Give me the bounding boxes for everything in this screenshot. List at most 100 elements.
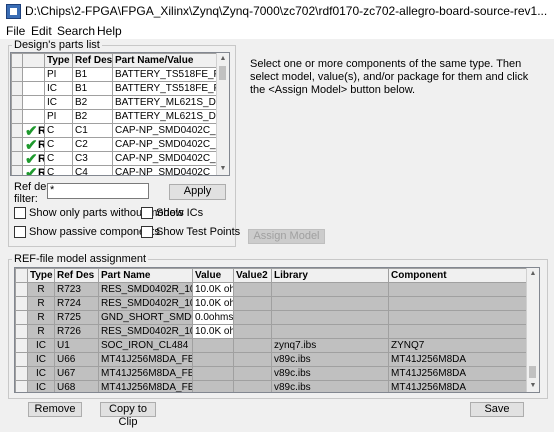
assign-value-cell[interactable]	[192, 366, 234, 381]
scroll-down-arrow-icon[interactable]: ▼	[527, 380, 539, 392]
parts-grid[interactable]: Type Ref Des Part Name/Value PI B1 BATTERY…	[10, 52, 230, 176]
assignment-row[interactable]: ICU67MT41J256M8DA_FBGA78 v89c.ibsMT41J256…	[15, 366, 527, 381]
parts-row[interactable]: ✔RCC4CAP-NP_SMD0402C_0.1U	[11, 165, 217, 175]
assign-component-cell[interactable]: MT41J256M8DA	[388, 366, 527, 381]
assign-header-refdes[interactable]: Ref Des	[54, 268, 99, 283]
show-ics-checkbox[interactable]: Show ICs	[141, 207, 203, 220]
assign-component-cell[interactable]	[388, 310, 527, 325]
row-selector[interactable]	[11, 109, 23, 124]
assign-value-cell[interactable]: 10.0K ohm	[192, 296, 234, 311]
assign-value2-cell[interactable]	[233, 352, 272, 367]
menu-file[interactable]: File	[6, 24, 25, 38]
parts-header-partname[interactable]: Part Name/Value	[112, 53, 217, 68]
checkbox-box[interactable]	[14, 207, 26, 220]
row-selector[interactable]	[11, 151, 23, 166]
copy-to-clip-button[interactable]: Copy to Clip	[100, 402, 156, 428]
row-selector[interactable]	[15, 310, 28, 325]
assign-library-cell[interactable]: zynq7.ibs	[271, 338, 389, 353]
parts-row[interactable]: ICB1BATTERY_TS518FE_FL35	[11, 81, 217, 96]
assignment-row[interactable]: RR724RES_SMD0402R_10K,1%10.0K ohm	[15, 296, 527, 311]
assign-value-cell[interactable]: 10.0K ohm	[192, 282, 234, 297]
assign-value-cell[interactable]	[192, 338, 234, 353]
assign-component-cell[interactable]: ZYNQ7	[388, 338, 527, 353]
parts-scroll-thumb[interactable]	[219, 66, 226, 80]
assign-library-cell[interactable]	[271, 282, 389, 297]
assign-value2-cell[interactable]	[233, 310, 272, 325]
assign-value2-cell[interactable]	[233, 338, 272, 353]
row-selector[interactable]	[11, 67, 23, 82]
assign-library-cell[interactable]	[271, 296, 389, 311]
assign-header-value2[interactable]: Value2	[233, 268, 272, 283]
assign-library-cell[interactable]: v89c.ibs	[271, 380, 389, 392]
checkbox-box[interactable]	[141, 226, 153, 239]
checkbox-box[interactable]	[141, 207, 153, 220]
assign-value2-cell[interactable]	[233, 366, 272, 381]
menu-help[interactable]: Help	[97, 24, 122, 38]
assign-header-value[interactable]: Value	[192, 268, 234, 283]
assignment-row[interactable]: RR726RES_SMD0402R_10K,1%10.0K ohm	[15, 324, 527, 339]
menu-edit[interactable]: Edit	[31, 24, 52, 38]
assign-model-button[interactable]: Assign Model	[248, 229, 325, 244]
assign-value2-cell[interactable]	[233, 282, 272, 297]
assign-header-type[interactable]: Type	[27, 268, 55, 283]
assign-component-cell[interactable]	[388, 296, 527, 311]
row-selector[interactable]	[11, 95, 23, 110]
save-button[interactable]: Save	[470, 402, 524, 417]
assign-library-cell[interactable]: v89c.ibs	[271, 366, 389, 381]
show-test-points-checkbox[interactable]: Show Test Points	[141, 226, 240, 239]
assign-component-cell[interactable]	[388, 282, 527, 297]
checkbox-box[interactable]	[14, 226, 26, 239]
parts-row[interactable]: ✔RCC2CAP-NP_SMD0402C_0.1U	[11, 137, 217, 152]
parts-header-refdes[interactable]: Ref Des	[72, 53, 113, 68]
assignment-row[interactable]: RR723RES_SMD0402R_10K,1%10.0K ohm	[15, 282, 527, 297]
row-selector[interactable]	[11, 165, 23, 175]
assign-value-cell[interactable]	[192, 352, 234, 367]
assign-library-cell[interactable]: v89c.ibs	[271, 352, 389, 367]
row-selector[interactable]	[15, 366, 28, 381]
assign-value2-cell[interactable]	[233, 380, 272, 392]
parts-header-type[interactable]: Type	[44, 53, 73, 68]
parts-row[interactable]: ✔RCC1CAP-NP_SMD0402C_0.1U	[11, 123, 217, 138]
assignment-grid[interactable]: Type Ref Des Part Name Value Value2 Libr…	[14, 267, 540, 393]
row-selector[interactable]	[11, 137, 23, 152]
row-selector[interactable]	[15, 380, 28, 392]
assign-value-cell[interactable]: 10.0K ohm	[192, 324, 234, 339]
assign-value2-cell[interactable]	[233, 324, 272, 339]
assign-component-cell[interactable]: MT41J256M8DA	[388, 380, 527, 392]
assignment-row[interactable]: RR725GND_SHORT_SMD0603L0.0ohms	[15, 310, 527, 325]
assign-value2-cell[interactable]	[233, 296, 272, 311]
assignment-row[interactable]: ICU66MT41J256M8DA_FBGA78 v89c.ibsMT41J256…	[15, 352, 527, 367]
row-selector[interactable]	[15, 338, 28, 353]
assignment-scroll-thumb[interactable]	[529, 366, 536, 378]
assign-component-cell[interactable]: MT41J256M8DA	[388, 352, 527, 367]
scroll-down-arrow-icon[interactable]: ▼	[217, 163, 229, 175]
scroll-up-arrow-icon[interactable]: ▲	[527, 268, 539, 280]
ref-des-filter-input[interactable]: *	[47, 183, 149, 199]
row-selector[interactable]	[11, 123, 23, 138]
assign-header-library[interactable]: Library	[271, 268, 389, 283]
row-selector[interactable]	[15, 282, 28, 297]
assign-library-cell[interactable]	[271, 310, 389, 325]
apply-button[interactable]: Apply	[169, 184, 226, 200]
assign-value-cell[interactable]	[192, 380, 234, 392]
assignment-scrollbar[interactable]: ▲ ▼	[526, 268, 539, 392]
row-selector[interactable]	[11, 81, 23, 96]
assign-header-partname[interactable]: Part Name	[98, 268, 193, 283]
row-selector[interactable]	[15, 352, 28, 367]
scroll-up-arrow-icon[interactable]: ▲	[217, 53, 229, 65]
parts-row[interactable]: ICB2BATTERY_ML621S_DN_B	[11, 95, 217, 110]
menu-search[interactable]: Search	[57, 24, 95, 38]
assign-value-cell[interactable]: 0.0ohms	[192, 310, 234, 325]
remove-button[interactable]: Remove	[28, 402, 82, 417]
parts-row[interactable]: PIB2BATTERY_ML621S_DN_B	[11, 109, 217, 124]
parts-row[interactable]: PIB1BATTERY_TS518FE_FL35	[11, 67, 217, 82]
parts-scrollbar[interactable]: ▲ ▼	[216, 53, 229, 175]
assignment-row[interactable]: IC U1 SOC_IRON_CL484 zynq7.ibs ZYNQ7	[15, 338, 527, 353]
row-selector[interactable]	[15, 324, 28, 339]
assign-component-cell[interactable]	[388, 324, 527, 339]
parts-row[interactable]: ✔RCC3CAP-NP_SMD0402C_0.1U	[11, 151, 217, 166]
assign-library-cell[interactable]	[271, 324, 389, 339]
show-passive-components-checkbox[interactable]: Show passive components	[14, 226, 160, 239]
row-selector[interactable]	[15, 296, 28, 311]
assign-header-component[interactable]: Component	[388, 268, 527, 283]
